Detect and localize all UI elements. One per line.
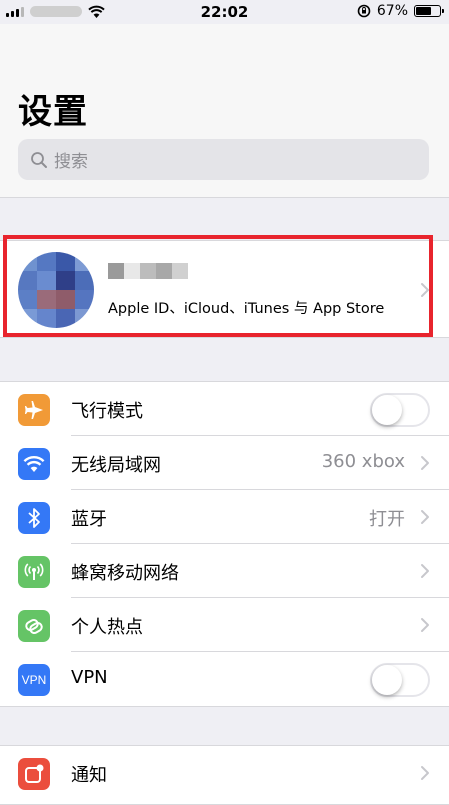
- toggle-knob: [372, 665, 402, 695]
- airplane-mode-toggle[interactable]: [370, 393, 430, 427]
- chevron-right-icon: [421, 564, 429, 578]
- settings-row-label: 通知: [71, 765, 107, 786]
- connectivity-settings-group: 飞行模式 无线局域网 360 xbox 蓝牙 打开 蜂窝移动网络 个人热点 VP…: [0, 381, 449, 707]
- settings-row-label: 飞行模式: [71, 401, 143, 422]
- settings-row-label: 无线局域网: [71, 455, 161, 476]
- antenna-icon: [18, 556, 50, 588]
- page-title: 设置: [18, 92, 88, 132]
- bluetooth-icon: [18, 502, 50, 534]
- chevron-right-icon: [421, 766, 429, 780]
- search-icon: [31, 151, 47, 168]
- rotation-lock-icon: [357, 4, 371, 18]
- chevron-right-icon: [421, 510, 429, 524]
- toggle-knob: [372, 395, 402, 425]
- highlight-annotation-box: [3, 235, 433, 337]
- settings-row-personal-hotspot[interactable]: 个人热点: [0, 598, 449, 652]
- bluetooth-status-value: 打开: [369, 509, 405, 530]
- battery-percentage: 67%: [376, 3, 408, 19]
- settings-row-cellular[interactable]: 蜂窝移动网络: [0, 544, 449, 598]
- settings-row-label: 蓝牙: [71, 509, 107, 530]
- search-input[interactable]: 搜索: [18, 139, 429, 180]
- hotspot-link-icon: [18, 610, 50, 642]
- vpn-icon: VPN: [18, 664, 50, 696]
- status-bar: 22:02 67%: [0, 0, 449, 24]
- vpn-icon-text: VPN: [21, 673, 47, 687]
- search-placeholder: 搜索: [54, 152, 88, 172]
- battery-icon: [414, 5, 444, 17]
- large-title-header: 设置 搜索: [0, 24, 449, 198]
- settings-row-vpn[interactable]: VPN VPN: [0, 652, 449, 706]
- settings-row-label: VPN: [71, 667, 108, 688]
- notifications-icon: [18, 758, 50, 790]
- settings-row-notifications[interactable]: 通知: [0, 746, 449, 800]
- settings-row-label: 个人热点: [71, 617, 143, 638]
- settings-row-airplane-mode[interactable]: 飞行模式: [0, 382, 449, 436]
- wifi-icon: [18, 448, 50, 480]
- notifications-settings-group: 通知: [0, 745, 449, 805]
- chevron-right-icon: [421, 618, 429, 632]
- airplane-icon: [18, 394, 50, 426]
- settings-row-label: 蜂窝移动网络: [71, 563, 179, 584]
- wifi-network-value: 360 xbox: [321, 451, 405, 472]
- vpn-toggle[interactable]: [370, 663, 430, 697]
- battery-fill: [416, 7, 432, 15]
- settings-row-wifi[interactable]: 无线局域网 360 xbox: [0, 436, 449, 490]
- status-right: 67%: [357, 3, 444, 19]
- chevron-right-icon: [421, 456, 429, 470]
- settings-row-bluetooth[interactable]: 蓝牙 打开: [0, 490, 449, 544]
